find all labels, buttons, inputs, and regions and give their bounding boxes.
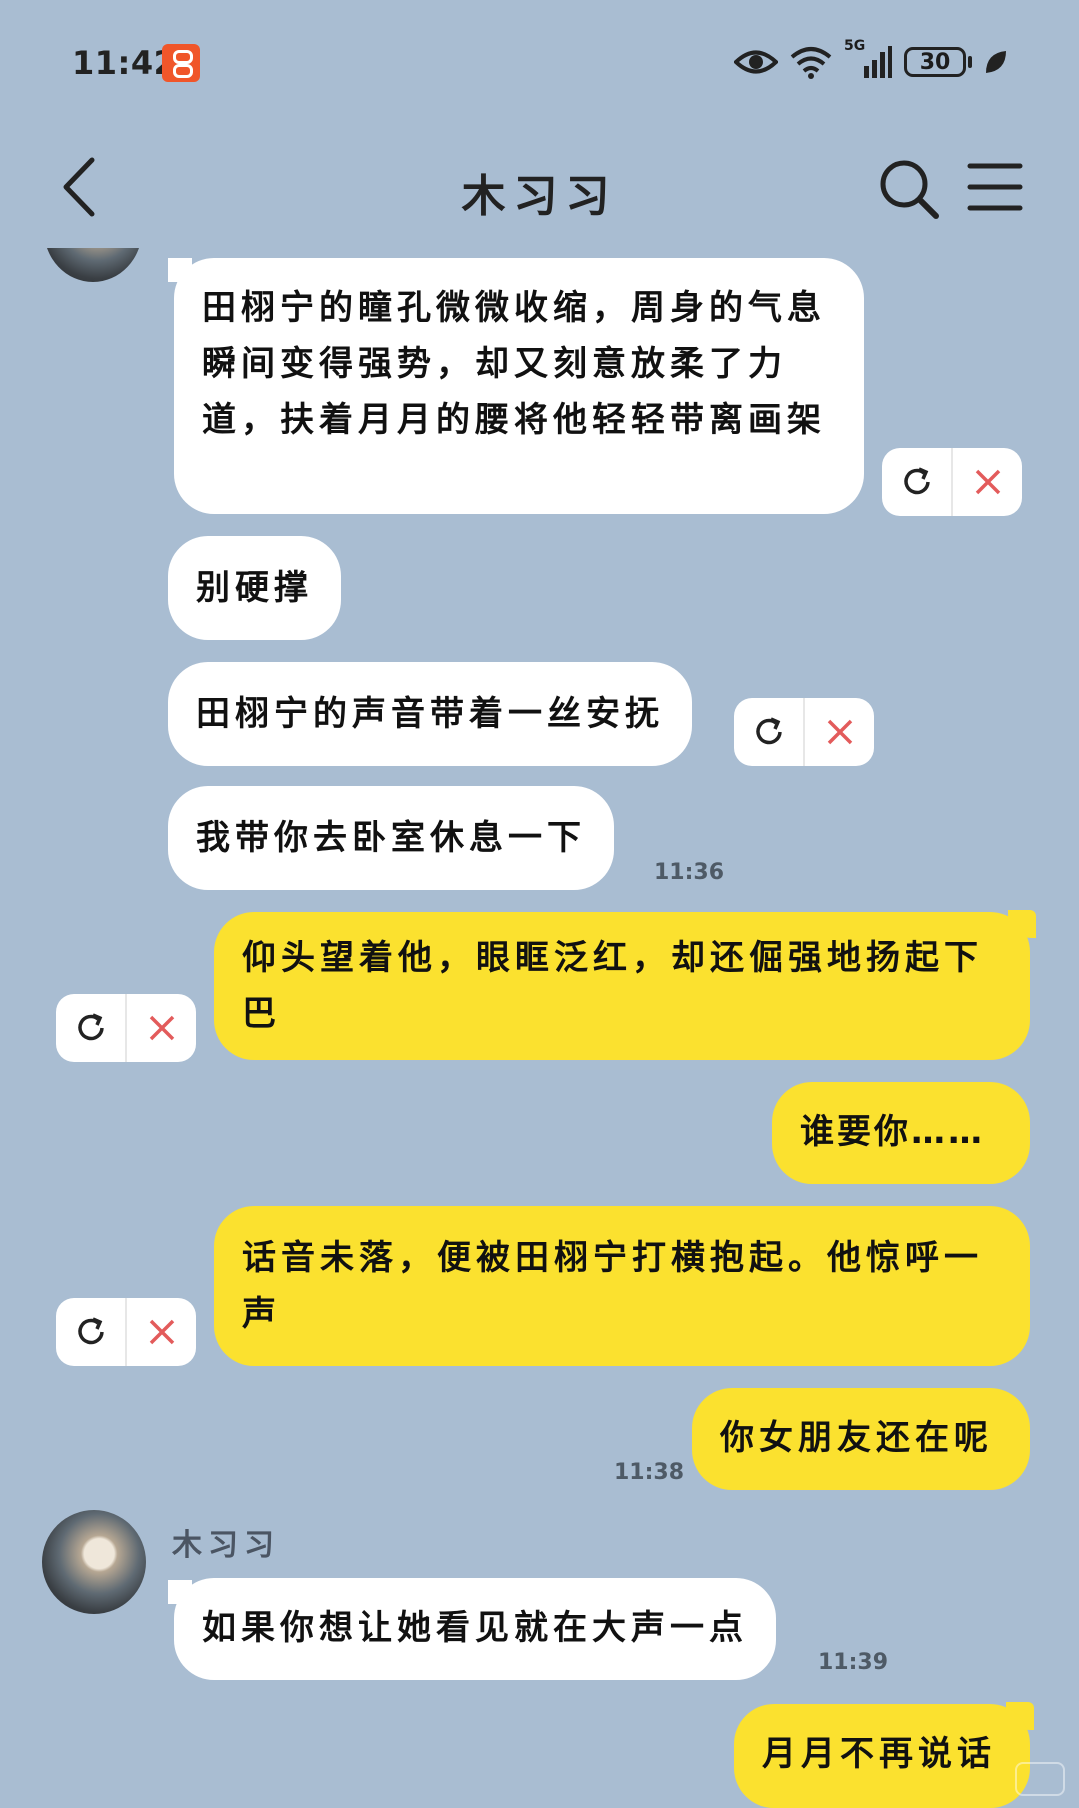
status-icons: 5G 30 (734, 38, 1008, 84)
battery-icon: 30 (904, 47, 966, 77)
regenerate-button[interactable] (882, 448, 951, 516)
eye-icon (734, 50, 778, 74)
refresh-icon (77, 1317, 104, 1345)
menu-icon[interactable] (966, 158, 1024, 216)
status-time: 11:42 (72, 44, 177, 82)
refresh-icon (77, 1013, 104, 1041)
message-controls (734, 698, 874, 766)
delete-button[interactable] (803, 698, 874, 766)
sender-name: 木习习 (172, 1528, 280, 1563)
message-controls (56, 1298, 196, 1366)
message-bubble[interactable]: 仰头望着他，眼眶泛红，却还倔强地扬起下巴 (214, 912, 1030, 1060)
timestamp: 11:38 (614, 1460, 685, 1485)
message-controls (882, 448, 1022, 516)
close-icon (975, 469, 1000, 495)
avatar[interactable] (42, 1510, 146, 1614)
message-bubble[interactable]: 田栩宁的瞳孔微微收缩，周身的气息瞬间变得强势，却又刻意放柔了力道，扶着月月的腰将… (174, 258, 864, 514)
regenerate-button[interactable] (56, 1298, 125, 1366)
wifi-icon (790, 47, 832, 79)
message-bubble[interactable]: 话音未落，便被田栩宁打横抱起。他惊呼一声 (214, 1206, 1030, 1366)
message-bubble[interactable]: 如果你想让她看见就在大声一点 (174, 1578, 776, 1680)
search-icon[interactable] (876, 156, 942, 222)
close-icon (149, 1015, 174, 1041)
battery-tip (968, 56, 972, 68)
close-icon (827, 719, 852, 745)
message-controls (56, 994, 196, 1062)
refresh-icon (903, 467, 930, 495)
network-label: 5G (844, 38, 866, 54)
watermark-logo (1015, 1762, 1065, 1796)
timestamp: 11:39 (818, 1650, 889, 1675)
refresh-icon (755, 717, 782, 745)
battery-level: 30 (919, 49, 951, 75)
delete-button[interactable] (951, 448, 1022, 516)
regenerate-button[interactable] (734, 698, 803, 766)
message-bubble[interactable]: 谁要你…… (772, 1082, 1030, 1184)
signal-icon: 5G (844, 38, 892, 80)
message-bubble[interactable]: 我带你去卧室休息一下 (168, 786, 614, 890)
timestamp: 11:36 (654, 860, 725, 885)
leaf-icon (986, 51, 1006, 73)
message-bubble[interactable]: 田栩宁的声音带着一丝安抚 (168, 662, 692, 766)
message-bubble[interactable]: 月月不再说话 (734, 1704, 1030, 1808)
delete-button[interactable] (125, 1298, 196, 1366)
app-notification-icon (162, 44, 200, 82)
close-icon (149, 1319, 174, 1345)
delete-button[interactable] (125, 994, 196, 1062)
regenerate-button[interactable] (56, 994, 125, 1062)
message-bubble[interactable]: 别硬撑 (168, 536, 341, 640)
message-bubble[interactable]: 你女朋友还在呢 (692, 1388, 1030, 1490)
